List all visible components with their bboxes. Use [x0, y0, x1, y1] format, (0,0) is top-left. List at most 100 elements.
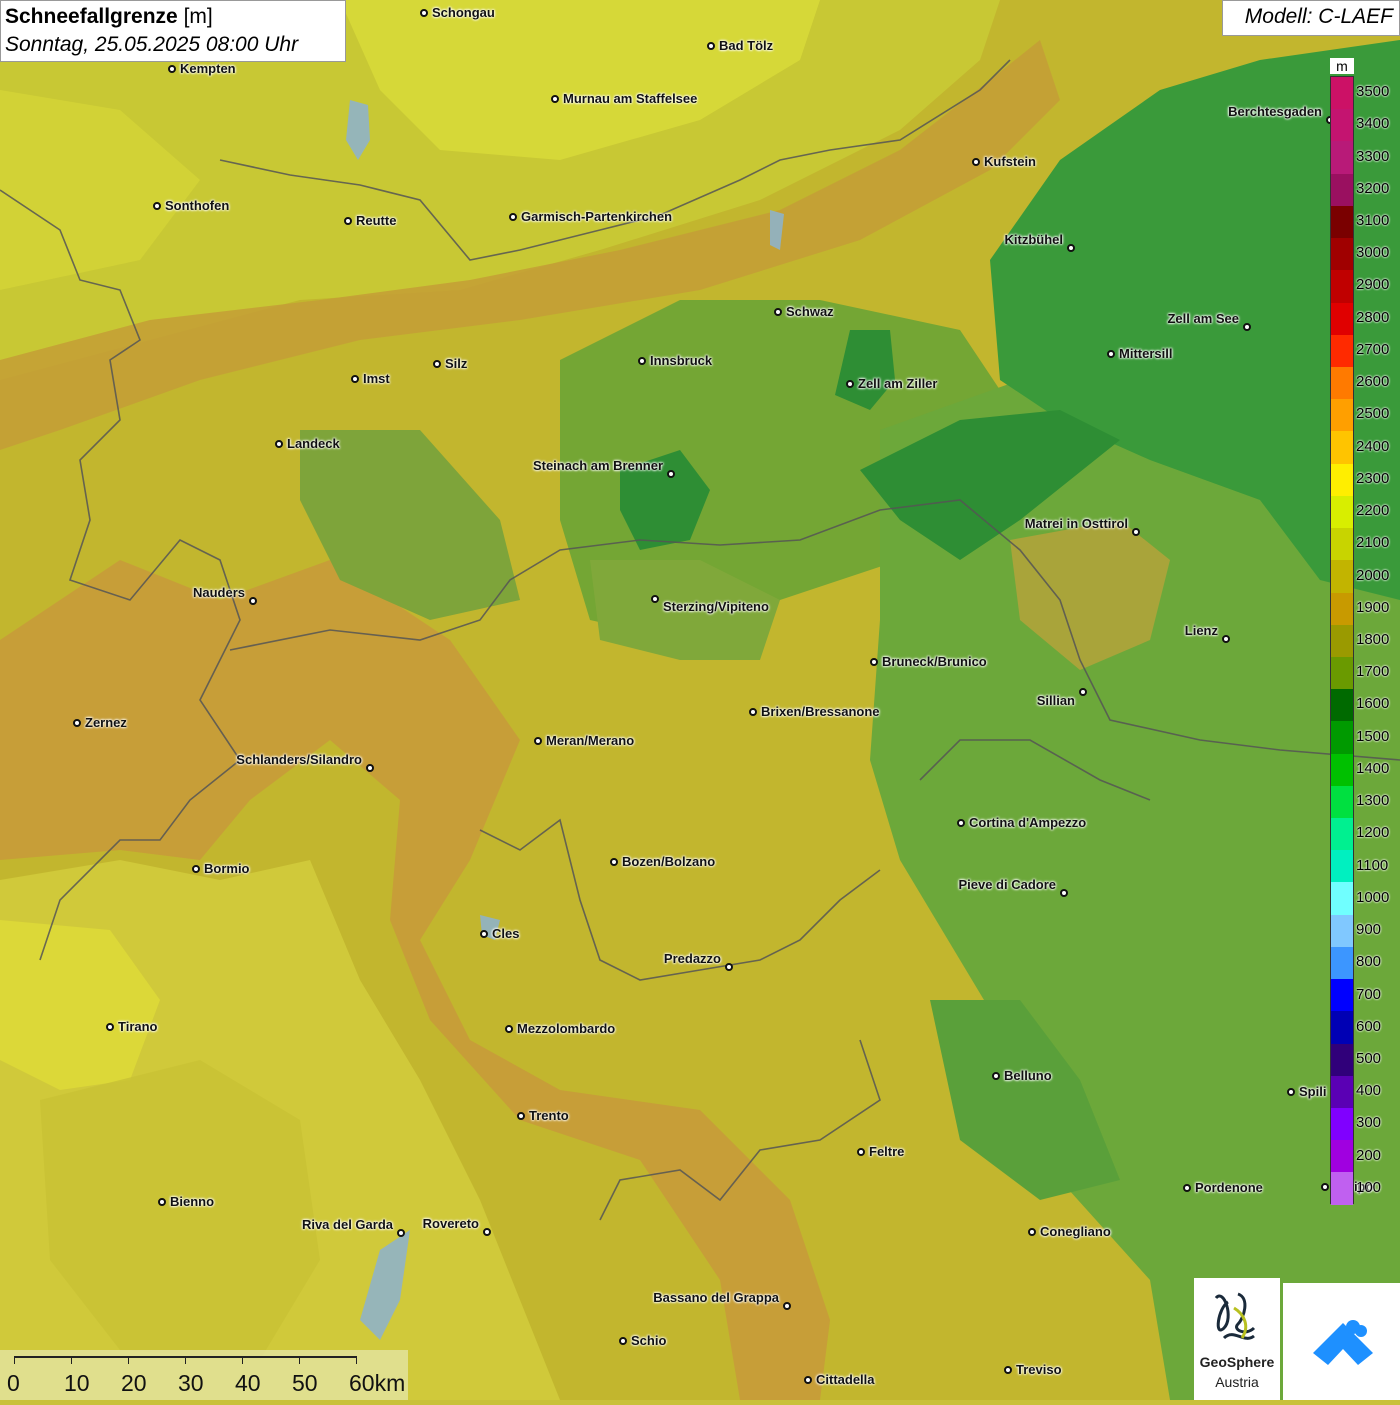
city-marker[interactable] [517, 1112, 525, 1120]
legend-swatch [1331, 270, 1353, 303]
scalebar-tick [299, 1356, 300, 1364]
legend-label: 3500 [1356, 83, 1390, 101]
city-label: Nauders [192, 585, 245, 600]
city-marker[interactable] [1321, 1183, 1329, 1191]
map-title: Schneefallgrenze [m] [5, 3, 341, 31]
legend-label: 2000 [1356, 566, 1390, 584]
city-marker[interactable] [192, 865, 200, 873]
scalebar-tick [14, 1356, 15, 1364]
city-label: Bienno [170, 1194, 215, 1209]
city-label: Conegliano [1040, 1224, 1111, 1239]
city-marker[interactable] [972, 158, 980, 166]
city-marker[interactable] [992, 1072, 1000, 1080]
city-marker[interactable] [73, 719, 81, 727]
legend-swatch [1331, 1011, 1353, 1044]
city-marker[interactable] [749, 708, 757, 716]
city-marker[interactable] [783, 1302, 791, 1310]
city-label: Innsbruck [650, 353, 713, 368]
city-label: Schwaz [786, 304, 834, 319]
city-marker[interactable] [505, 1025, 513, 1033]
city-marker[interactable] [725, 963, 733, 971]
city-marker[interactable] [638, 357, 646, 365]
legend-label: 3200 [1356, 179, 1390, 197]
city-marker[interactable] [1004, 1366, 1012, 1374]
city-marker[interactable] [158, 1198, 166, 1206]
scalebar-tick [185, 1356, 186, 1364]
city-label: Treviso [1016, 1362, 1062, 1377]
city-marker[interactable] [957, 819, 965, 827]
legend-swatch [1331, 1075, 1353, 1108]
legend-swatch [1331, 77, 1353, 110]
city-marker[interactable] [857, 1148, 865, 1156]
city-label: Predazzo [663, 951, 721, 966]
city-marker[interactable] [804, 1376, 812, 1384]
app-logo[interactable] [1283, 1283, 1400, 1400]
city-marker[interactable] [106, 1023, 114, 1031]
city-marker[interactable] [344, 217, 352, 225]
legend-swatch [1331, 785, 1353, 819]
city-marker[interactable] [846, 380, 854, 388]
city-label: Bassano del Grappa [653, 1290, 779, 1305]
city-label: Lienz [1184, 623, 1218, 638]
city-marker[interactable] [1107, 350, 1115, 358]
legend-swatch [1331, 334, 1353, 367]
city-label: Spili [1299, 1084, 1327, 1099]
city-marker[interactable] [651, 595, 659, 603]
city-marker[interactable] [420, 9, 428, 17]
legend-label: 300 [1356, 1114, 1382, 1132]
city-marker[interactable] [707, 42, 715, 50]
geosphere-country: Austria [1215, 1374, 1259, 1390]
city-marker[interactable] [249, 597, 257, 605]
city-marker[interactable] [1060, 889, 1068, 897]
city-label: Imst [363, 371, 390, 386]
city-marker[interactable] [1067, 244, 1075, 252]
city-marker[interactable] [870, 658, 878, 666]
city-marker[interactable] [168, 65, 176, 73]
city-marker[interactable] [1222, 635, 1230, 643]
city-marker[interactable] [667, 470, 675, 478]
city-label: Sillian [1036, 693, 1075, 708]
city-label: Belluno [1004, 1068, 1052, 1083]
city-label: Bozen/Bolzano [622, 854, 716, 869]
legend-label: 2300 [1356, 469, 1390, 487]
geosphere-logo[interactable]: GeoSphere Austria [1194, 1278, 1280, 1400]
legend-label: 1500 [1356, 727, 1390, 745]
city-label: Garmisch-Partenkirchen [521, 209, 673, 224]
city-marker[interactable] [619, 1337, 627, 1345]
city-marker[interactable] [774, 308, 782, 316]
legend-swatch [1331, 946, 1353, 980]
city-marker[interactable] [351, 375, 359, 383]
city-marker[interactable] [610, 858, 618, 866]
city-marker[interactable] [1183, 1184, 1191, 1192]
city-marker[interactable] [1132, 528, 1140, 536]
city-marker[interactable] [1287, 1088, 1295, 1096]
city-marker[interactable] [433, 360, 441, 368]
scalebar-label: 30 [178, 1370, 204, 1396]
legend-label: 1200 [1356, 824, 1390, 842]
city-marker[interactable] [1028, 1228, 1036, 1236]
city-marker[interactable] [534, 737, 542, 745]
scalebar-label: 20 [121, 1370, 147, 1396]
city-marker[interactable] [275, 440, 283, 448]
legend-swatch [1331, 1043, 1353, 1076]
city-marker[interactable] [397, 1229, 405, 1237]
parameter-name: Schneefallgrenze [5, 5, 178, 28]
city-marker[interactable] [1243, 323, 1251, 331]
legend-label: 1600 [1356, 695, 1390, 713]
legend-swatch [1331, 721, 1353, 754]
legend-label: 1300 [1356, 792, 1390, 810]
legend-label: 3400 [1356, 115, 1390, 133]
legend-swatch [1331, 238, 1353, 271]
city-marker[interactable] [509, 213, 517, 221]
legend-label: 1100 [1356, 856, 1389, 874]
city-marker[interactable] [551, 95, 559, 103]
city-marker[interactable] [1079, 688, 1087, 696]
city-marker[interactable] [480, 930, 488, 938]
legend-swatch [1331, 495, 1353, 529]
city-marker[interactable] [366, 764, 374, 772]
city-marker[interactable] [483, 1228, 491, 1236]
city-marker[interactable] [153, 202, 161, 210]
city-label: Bormio [204, 861, 250, 876]
city-label: Brixen/Bressanone [761, 704, 880, 719]
legend-swatch [1331, 141, 1353, 174]
